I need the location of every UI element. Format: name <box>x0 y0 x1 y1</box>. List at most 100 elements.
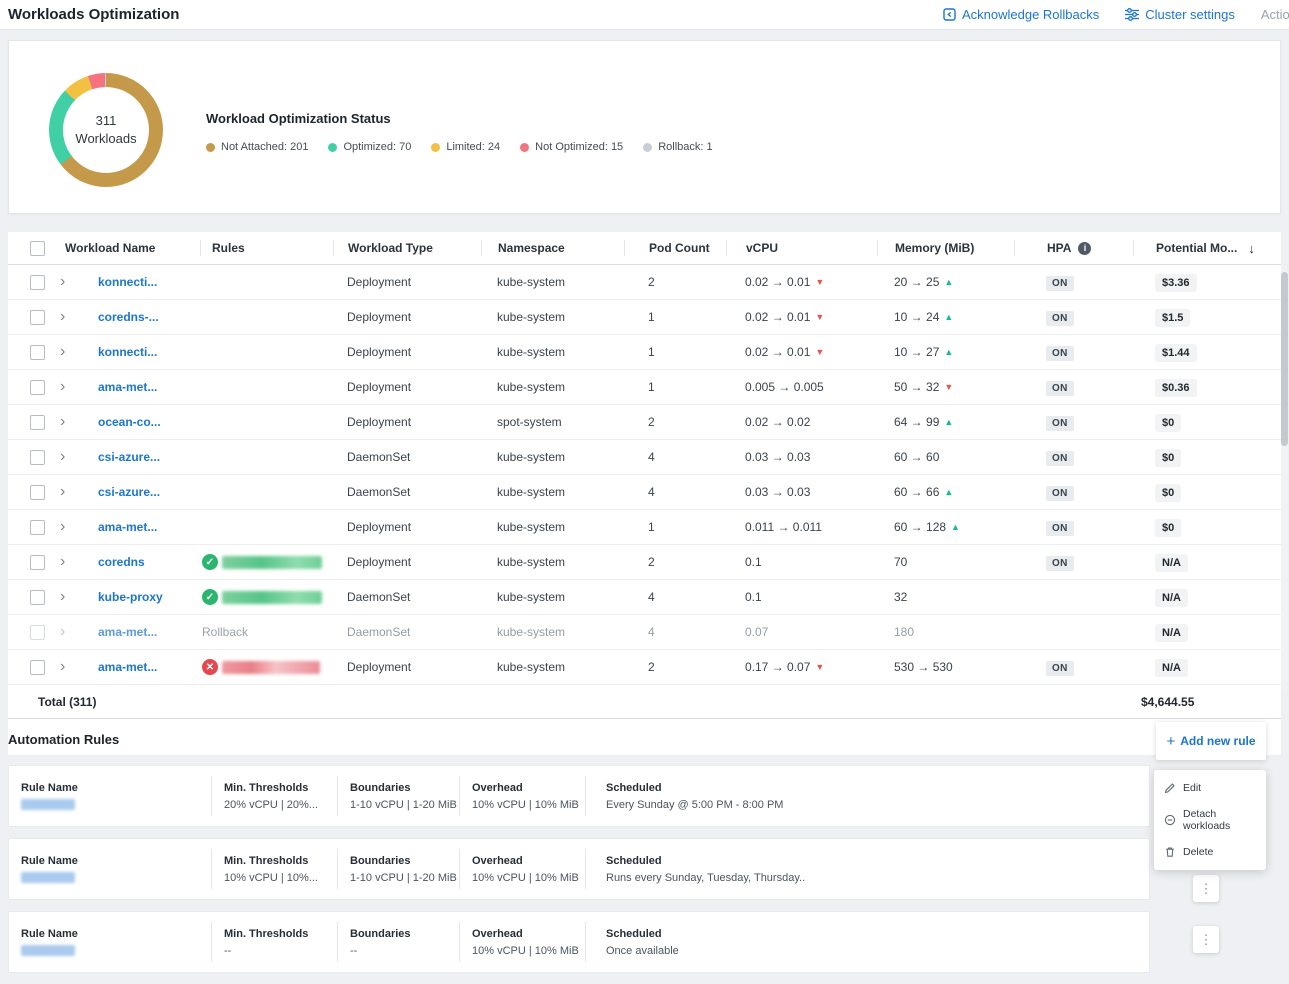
boundaries-label: Boundaries <box>350 782 459 794</box>
plus-icon: + <box>1166 734 1175 749</box>
workload-name-link[interactable]: csi-azure... <box>98 450 160 464</box>
row-checkbox[interactable] <box>30 520 45 535</box>
rules-cell: ✕ <box>200 659 333 675</box>
workload-name-link[interactable]: ocean-co... <box>98 415 161 429</box>
table-scrollbar[interactable] <box>1281 270 1288 690</box>
memory-value: 20 → 25 ▲ <box>877 275 1014 289</box>
row-checkbox[interactable] <box>30 275 45 290</box>
rule-success-icon: ✓ <box>202 554 218 570</box>
sort-desc-icon[interactable]: ↓ <box>1248 241 1255 256</box>
memory-value: 180 <box>877 625 1014 639</box>
column-header-vcpu[interactable]: vCPU <box>726 240 877 256</box>
acknowledge-icon <box>943 8 956 21</box>
add-new-rule-button[interactable]: + Add new rule <box>1166 734 1255 749</box>
row-checkbox[interactable] <box>30 380 45 395</box>
row-checkbox[interactable] <box>30 310 45 325</box>
workload-type: Deployment <box>333 520 481 534</box>
menu-item-detach-workloads[interactable]: Detach workloads <box>1154 801 1266 839</box>
memory-value: 10 → 27 ▲ <box>877 345 1014 359</box>
row-checkbox[interactable] <box>30 590 45 605</box>
pod-count: 2 <box>624 555 726 569</box>
legend-dot <box>520 143 529 152</box>
workload-name-link[interactable]: ama-met... <box>98 380 157 394</box>
vcpu-value: 0.005 → 0.005 <box>726 380 877 394</box>
hpa-badge: ON <box>1046 521 1074 536</box>
actions-button[interactable]: Action <box>1261 7 1289 22</box>
row-checkbox[interactable] <box>30 485 45 500</box>
pod-count: 4 <box>624 450 726 464</box>
workload-name-link[interactable]: csi-azure... <box>98 485 160 499</box>
expand-chevron-icon[interactable]: › <box>52 448 65 465</box>
scheduled-label: Scheduled <box>606 782 1149 794</box>
workload-name-link[interactable]: coredns-... <box>98 310 159 324</box>
boundaries-value: -- <box>350 945 459 957</box>
hpa-badge: ON <box>1046 311 1074 326</box>
column-header-namespace[interactable]: Namespace <box>481 240 624 256</box>
legend-item: Limited: 24 <box>431 141 500 153</box>
expand-chevron-icon[interactable]: › <box>52 378 65 395</box>
min-thresholds-label: Min. Thresholds <box>224 855 337 867</box>
acknowledge-rollbacks-button[interactable]: Acknowledge Rollbacks <box>943 7 1099 22</box>
expand-chevron-icon[interactable]: › <box>52 623 65 640</box>
table-header: Workload Name Rules Workload Type Namesp… <box>8 232 1281 265</box>
rule-success-icon: ✓ <box>202 589 218 605</box>
rules-cell: ✓ <box>200 589 333 605</box>
column-header-memory[interactable]: Memory (MiB) <box>877 240 1014 256</box>
workload-name-link[interactable]: ama-met... <box>98 660 157 674</box>
expand-chevron-icon[interactable]: › <box>52 518 65 535</box>
pod-count: 1 <box>624 345 726 359</box>
rule-kebab-menu[interactable]: ⋮ <box>1193 926 1219 953</box>
vcpu-value: 0.02 → 0.01 ▼ <box>726 275 877 289</box>
memory-value: 32 <box>877 590 1014 604</box>
column-header-hpa[interactable]: HPA i <box>1014 240 1133 256</box>
expand-chevron-icon[interactable]: › <box>52 308 65 325</box>
expand-chevron-icon[interactable]: › <box>52 553 65 570</box>
menu-item-edit[interactable]: Edit <box>1154 775 1266 801</box>
scrollbar-thumb[interactable] <box>1281 272 1288 446</box>
column-header-workload-type[interactable]: Workload Type <box>333 240 481 256</box>
menu-item-delete[interactable]: Delete <box>1154 839 1266 865</box>
row-checkbox[interactable] <box>30 450 45 465</box>
scheduled-value: Runs every Sunday, Tuesday, Thursday.. <box>606 872 1149 884</box>
hpa-badge: ON <box>1046 661 1074 676</box>
rules-cell: ✓ <box>200 554 333 570</box>
workload-type: Deployment <box>333 660 481 674</box>
redacted-rule-name <box>21 799 75 810</box>
row-checkbox[interactable] <box>30 555 45 570</box>
hpa-info-icon[interactable]: i <box>1078 242 1091 255</box>
cluster-settings-button[interactable]: Cluster settings <box>1125 7 1235 22</box>
expand-chevron-icon[interactable]: › <box>52 413 65 430</box>
pod-count: 1 <box>624 380 726 394</box>
legend-dot <box>328 143 337 152</box>
column-header-workload-name[interactable]: Workload Name <box>52 240 200 256</box>
column-header-rules[interactable]: Rules <box>200 240 333 256</box>
boundaries-value: 1-10 vCPU | 1-20 MiB <box>350 799 459 811</box>
automation-rule-card: Rule Name Min. Thresholds -- Boundaries … <box>8 911 1150 973</box>
workload-name-link[interactable]: coredns <box>98 555 145 569</box>
table-row: › ama-met... Deployment kube-system 1 0.… <box>8 510 1281 545</box>
hpa-badge: ON <box>1046 416 1074 431</box>
workload-name-link[interactable]: ama-met... <box>98 520 157 534</box>
expand-chevron-icon[interactable]: › <box>52 588 65 605</box>
row-checkbox[interactable] <box>30 345 45 360</box>
workload-name-link[interactable]: kube-proxy <box>98 590 163 604</box>
expand-chevron-icon[interactable]: › <box>52 343 65 360</box>
row-checkbox[interactable] <box>30 415 45 430</box>
rule-kebab-menu[interactable]: ⋮ <box>1193 875 1219 902</box>
expand-chevron-icon[interactable]: › <box>52 273 65 290</box>
memory-trend-icon: ▲ <box>944 488 953 497</box>
column-header-potential[interactable]: Potential Mo... ↓ <box>1133 240 1281 256</box>
redacted-rule-error <box>222 661 320 674</box>
workload-name-link[interactable]: konnecti... <box>98 345 157 359</box>
workload-name-link[interactable]: konnecti... <box>98 275 157 289</box>
scheduled-label: Scheduled <box>606 855 1149 867</box>
row-checkbox[interactable] <box>30 660 45 675</box>
expand-chevron-icon[interactable]: › <box>52 658 65 675</box>
workload-name-link[interactable]: ama-met... <box>98 625 157 639</box>
expand-chevron-icon[interactable]: › <box>52 483 65 500</box>
detach-icon <box>1164 814 1176 826</box>
column-header-pod-count[interactable]: Pod Count <box>624 240 726 256</box>
select-all-checkbox[interactable] <box>30 241 45 256</box>
row-checkbox[interactable] <box>30 625 45 640</box>
sliders-icon <box>1125 8 1139 21</box>
